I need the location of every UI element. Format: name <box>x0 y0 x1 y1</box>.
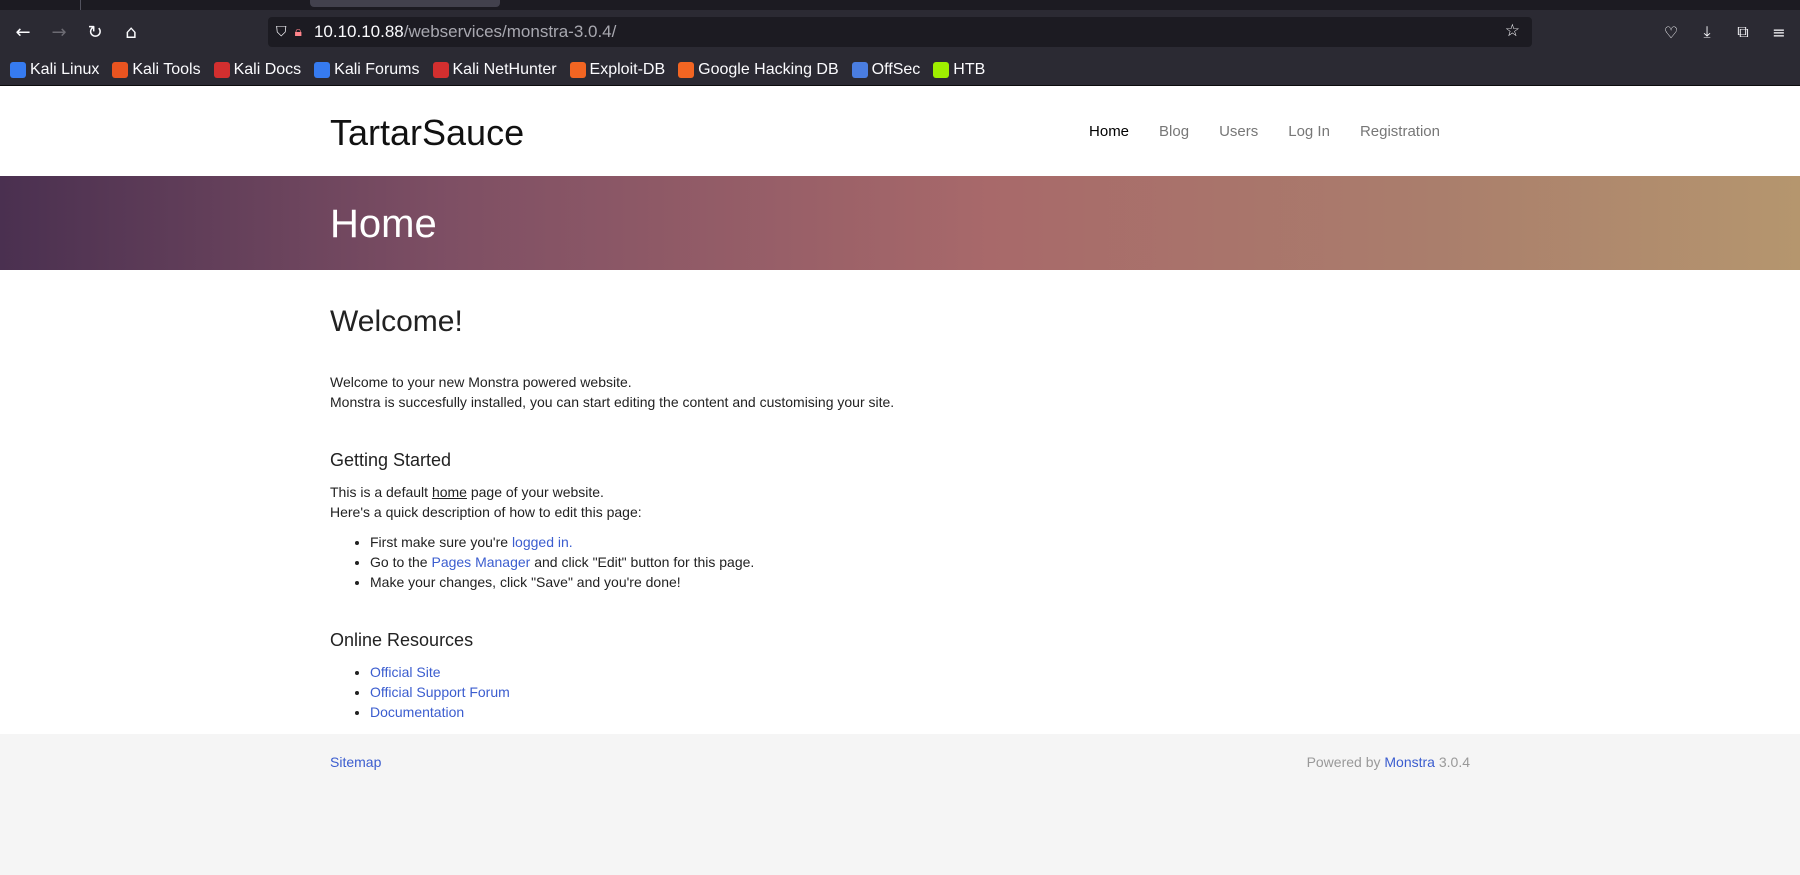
list-item: Official Support Forum <box>370 682 510 702</box>
site-header: TartarSauce Home Blog Users Log In Regis… <box>0 86 1800 176</box>
welcome-line-1: Welcome to your new Monstra powered webs… <box>330 374 632 390</box>
pocket-icon[interactable]: ♡ <box>1658 20 1684 44</box>
list-item: Official Site <box>370 662 510 682</box>
bookmark-item[interactable]: HTB <box>933 61 985 79</box>
forward-icon[interactable]: → <box>44 18 74 46</box>
monstra-link[interactable]: Monstra <box>1384 754 1435 770</box>
bookmark-item[interactable]: Kali Docs <box>213 60 302 79</box>
list-item: First make sure you're logged in. <box>370 532 754 552</box>
web-page: TartarSauce Home Blog Users Log In Regis… <box>0 86 1800 875</box>
tab-strip <box>0 0 1800 10</box>
bookmark-item[interactable]: Exploit-DB <box>569 60 666 79</box>
bookmark-label: Kali NetHunter <box>452 60 557 78</box>
steps-list: First make sure you're logged in. Go to … <box>370 532 754 592</box>
bookmark-item[interactable]: Kali Linux <box>10 61 99 79</box>
nav-login[interactable]: Log In <box>1288 123 1330 140</box>
bookmark-label: Kali Linux <box>30 60 100 78</box>
bookmark-item[interactable]: Kali Tools <box>112 60 201 79</box>
address-bar[interactable]: ⛉ 🔒︎ 10.10.10.88/webservices/monstra-3.0… <box>268 17 1532 47</box>
getting-started-line-1: This is a default home page of your webs… <box>330 484 604 500</box>
home-abbr: home <box>431 484 467 500</box>
reload-icon[interactable]: ↻ <box>80 18 110 46</box>
browser-toolbar: ← → ↻ ⌂ ⛉ 🔒︎ 10.10.10.88/webservices/mon… <box>0 10 1800 54</box>
download-icon[interactable]: ⤓ <box>1694 20 1720 44</box>
list-item: Make your changes, click "Save" and you'… <box>370 572 754 592</box>
bookmark-label: Kali Forums <box>334 60 420 78</box>
sitemap-link[interactable]: Sitemap <box>330 754 381 770</box>
pages-manager-link[interactable]: Pages Manager <box>431 554 530 570</box>
main-nav: Home Blog Users Log In Registration <box>1089 123 1440 140</box>
bookmark-favicon-icon <box>314 61 331 78</box>
bookmark-item[interactable]: OffSec <box>851 60 921 79</box>
nav-registration[interactable]: Registration <box>1360 123 1440 140</box>
bookmark-favicon-icon <box>213 61 230 78</box>
shield-icon[interactable]: ⛉ <box>276 24 287 40</box>
bookmark-star-icon[interactable]: ☆ <box>1505 21 1520 41</box>
bookmark-favicon-icon <box>112 61 129 78</box>
welcome-heading: Welcome! <box>330 305 463 338</box>
resources-list: Official Site Official Support Forum Doc… <box>370 662 510 722</box>
list-item: Go to the Pages Manager and click "Edit"… <box>370 552 754 572</box>
support-forum-link[interactable]: Official Support Forum <box>370 684 510 700</box>
nav-blog[interactable]: Blog <box>1159 123 1189 140</box>
bookmark-favicon-icon <box>678 61 695 78</box>
extensions-icon[interactable]: ⧉ <box>1730 20 1756 44</box>
welcome-line-2: Monstra is succesfully installed, you ca… <box>330 394 895 410</box>
lock-icon[interactable]: 🔒︎ <box>295 24 302 40</box>
active-tab[interactable] <box>310 0 500 7</box>
bookmark-favicon-icon <box>10 61 26 78</box>
site-brand[interactable]: TartarSauce <box>330 112 524 154</box>
getting-started-heading: Getting Started <box>330 450 452 470</box>
nav-home[interactable]: Home <box>1089 123 1129 140</box>
bookmark-label: Google Hacking DB <box>698 60 839 78</box>
home-icon[interactable]: ⌂ <box>116 18 146 46</box>
online-resources-heading: Online Resources <box>330 630 474 650</box>
back-icon[interactable]: ← <box>8 18 38 46</box>
logged-in-link[interactable]: logged in. <box>512 534 573 550</box>
bookmark-favicon-icon <box>933 61 950 78</box>
bookmark-favicon-icon <box>569 61 586 78</box>
bookmark-label: HTB <box>953 60 986 78</box>
official-site-link[interactable]: Official Site <box>370 664 441 680</box>
bookmark-label: Kali Tools <box>132 60 201 78</box>
page-title: Home <box>330 202 437 246</box>
menu-icon[interactable]: ≡ <box>1766 20 1792 44</box>
bookmark-item[interactable]: Kali Forums <box>314 60 420 79</box>
bookmarks-bar: Kali Linux Kali Tools Kali Docs Kali Forums… <box>0 54 1800 86</box>
list-item: Documentation <box>370 702 510 722</box>
bookmark-item[interactable]: Google Hacking DB <box>678 61 839 79</box>
powered-by: Powered by Monstra 3.0.4 <box>1306 754 1470 770</box>
documentation-link[interactable]: Documentation <box>370 704 464 720</box>
bookmark-label: Exploit-DB <box>589 60 666 78</box>
bookmark-label: OffSec <box>871 60 921 78</box>
getting-started-line-2: Here's a quick description of how to edi… <box>330 504 642 520</box>
hero-banner: Home <box>0 176 1800 270</box>
nav-users[interactable]: Users <box>1219 123 1258 140</box>
bookmark-item[interactable]: Kali NetHunter <box>432 60 557 79</box>
bookmark-favicon-icon <box>851 61 868 78</box>
tab-separator <box>80 0 81 10</box>
bookmark-favicon-icon <box>432 61 449 78</box>
site-footer: Sitemap Powered by Monstra 3.0.4 <box>0 734 1800 875</box>
bookmark-label: Kali Docs <box>233 60 302 78</box>
url-text[interactable]: 10.10.10.88/webservices/monstra-3.0.4/ <box>314 22 616 42</box>
